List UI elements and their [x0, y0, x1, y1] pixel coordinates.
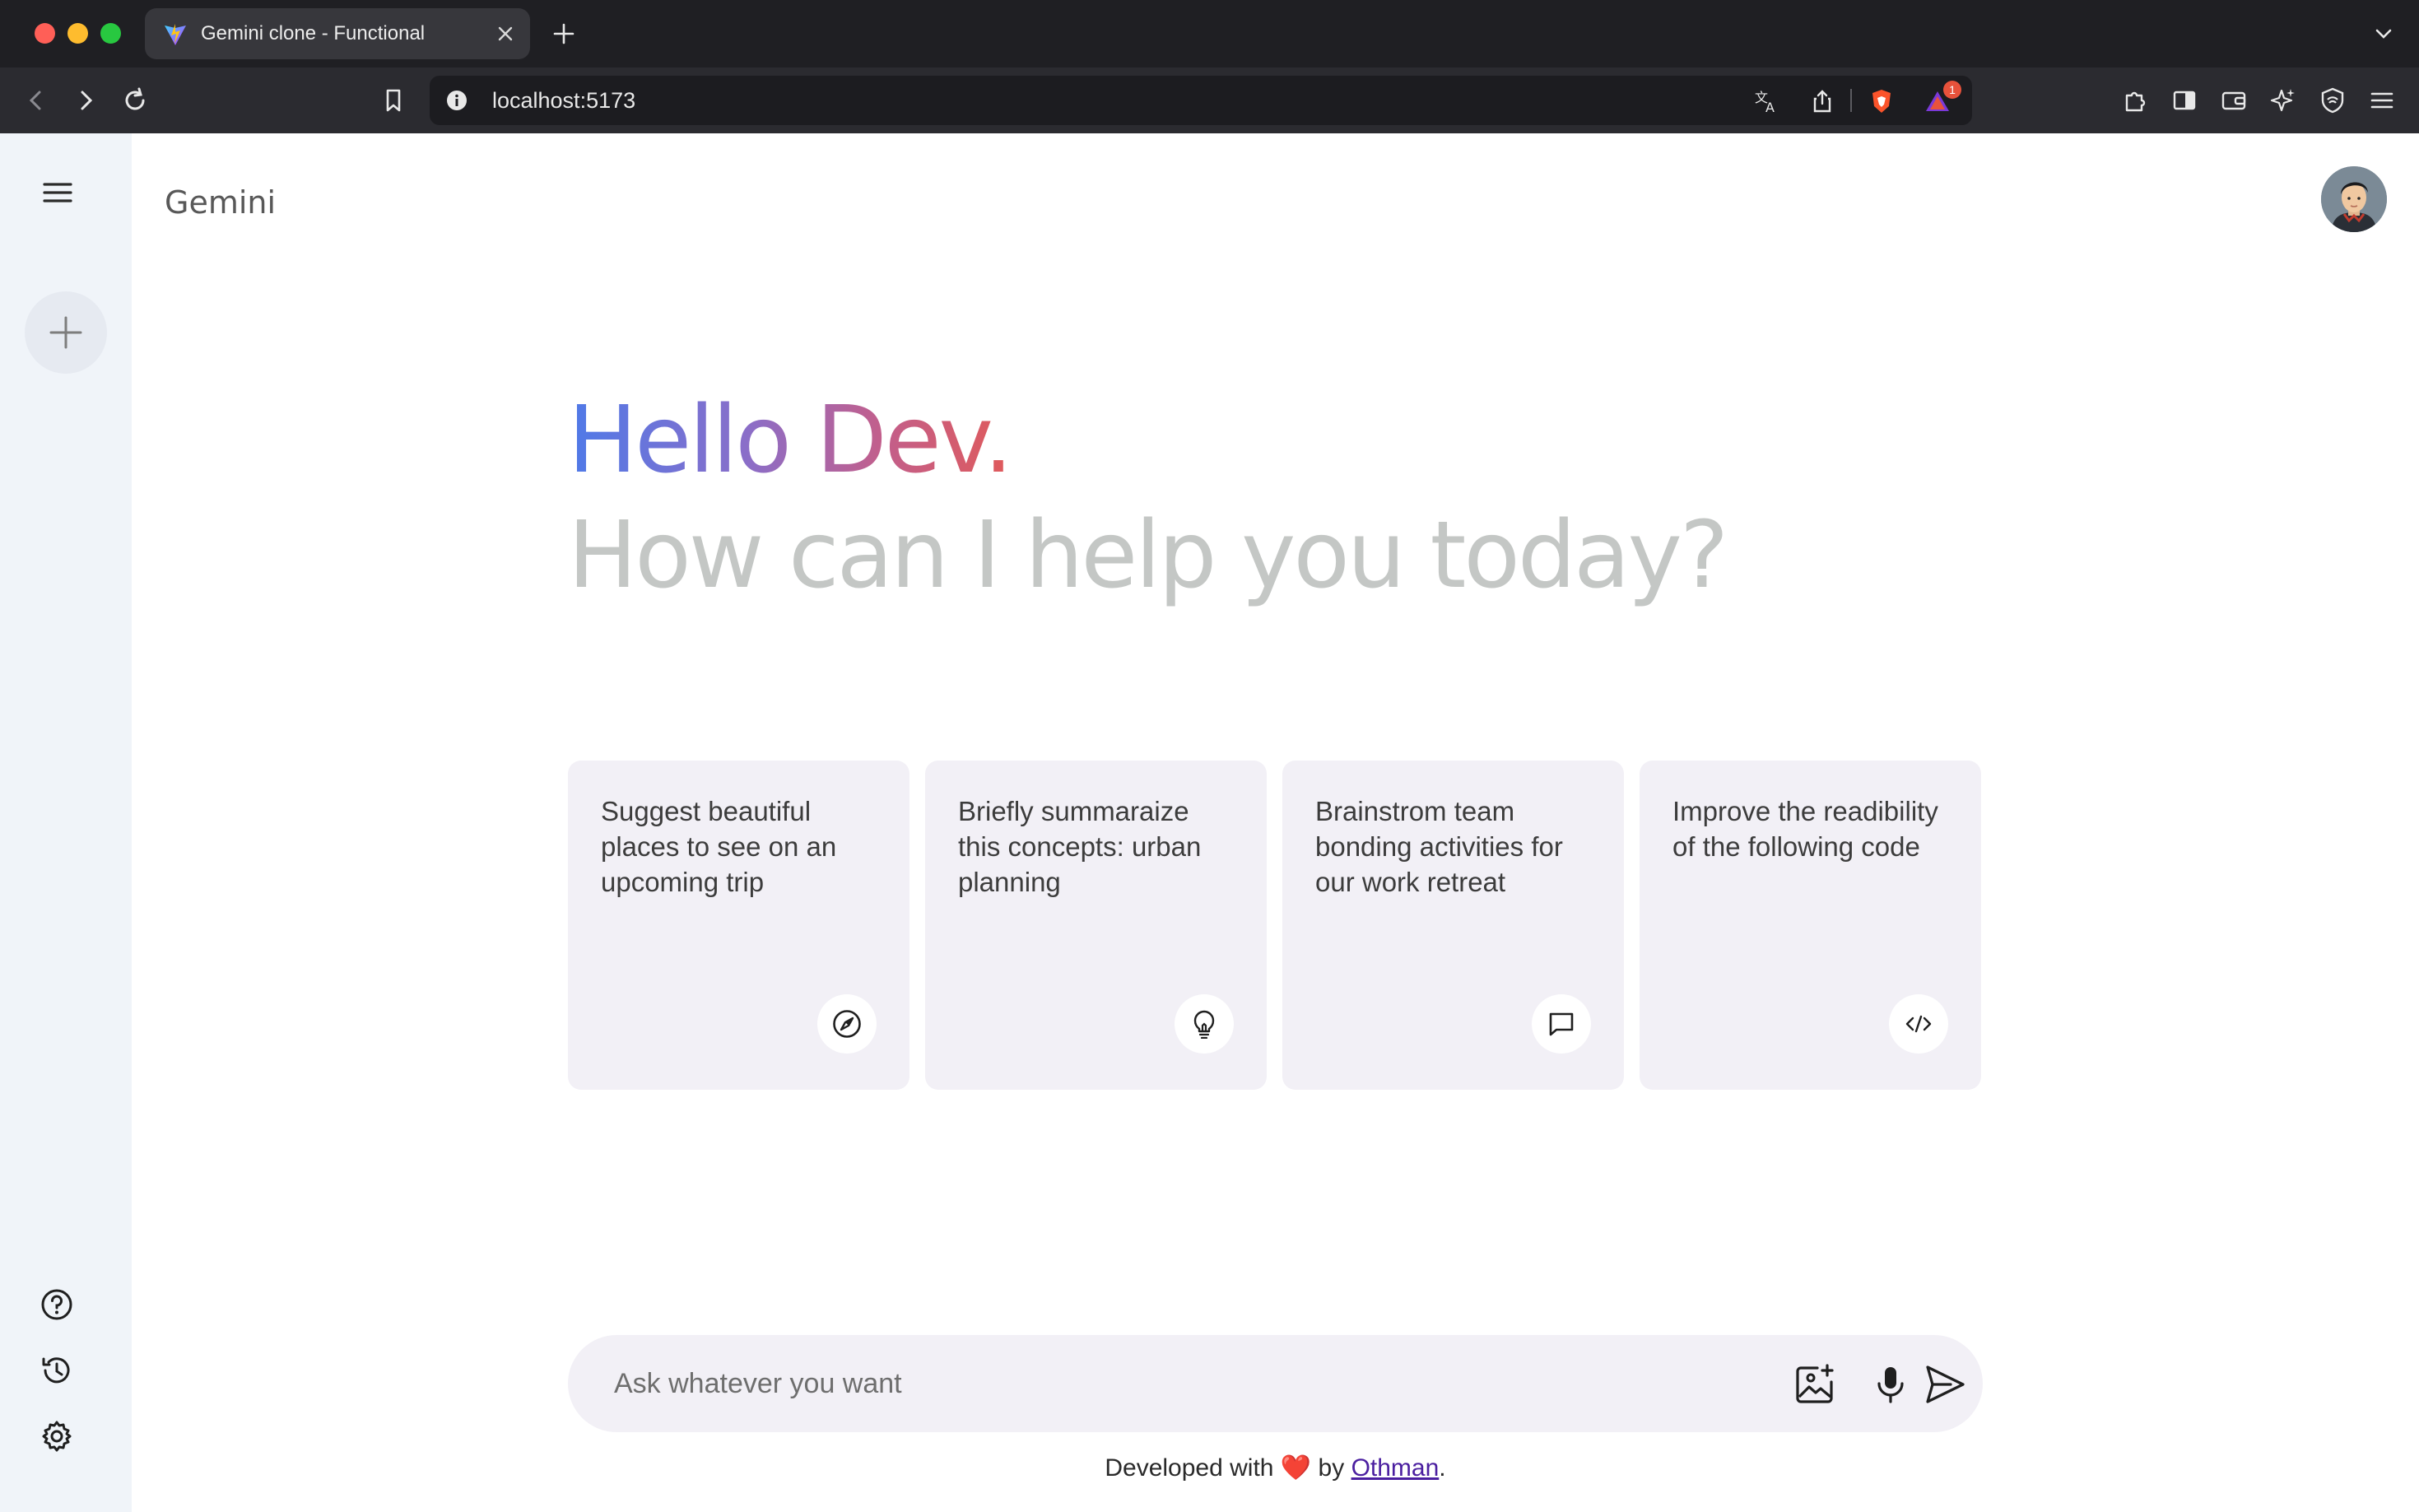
image-upload-icon[interactable]: [1793, 1362, 1837, 1407]
greeting-subtitle: How can I help you today?: [568, 502, 1728, 609]
gemini-app: Gemini Hello Dev. How can I help you tod…: [0, 133, 2419, 1512]
suggestion-card[interactable]: Brainstrom team bonding activities for o…: [1282, 761, 1624, 1090]
divider: [1850, 89, 1852, 112]
greeting-hello: Hello Dev.: [568, 387, 1013, 494]
site-info-icon[interactable]: [446, 90, 468, 111]
close-window-button[interactable]: [35, 23, 55, 44]
card-text: Improve the readibility of the following…: [1672, 796, 1938, 862]
chevron-down-icon[interactable]: [2373, 23, 2394, 44]
bookmark-icon[interactable]: [379, 86, 408, 115]
back-icon[interactable]: [21, 86, 51, 115]
main-content: Gemini Hello Dev. How can I help you tod…: [132, 133, 2419, 1512]
browser-tab[interactable]: Gemini clone - Functional: [145, 8, 530, 59]
url-text: localhost:5173: [492, 88, 636, 113]
microphone-icon[interactable]: [1868, 1362, 1913, 1407]
prompt-bar: [568, 1335, 1983, 1432]
translate-icon[interactable]: 文A: [1753, 88, 1779, 114]
bulb-icon: [1175, 994, 1234, 1054]
brand-title: Gemini: [165, 184, 277, 221]
footer-by: by: [1318, 1454, 1345, 1482]
sidebar: [0, 133, 132, 1512]
suggestion-card[interactable]: Suggest beautiful places to see on an up…: [568, 761, 909, 1090]
suggestion-card[interactable]: Briefly summaraize this concepts: urban …: [925, 761, 1267, 1090]
author-link[interactable]: Othman: [1351, 1454, 1440, 1482]
greeting: Hello Dev.: [568, 387, 1013, 494]
hamburger-menu-icon[interactable]: [41, 176, 74, 209]
send-icon[interactable]: [1923, 1362, 1967, 1407]
minimize-window-button[interactable]: [67, 23, 88, 44]
footer-credit: Developed with ❤️ by Othman.: [132, 1454, 2419, 1482]
reload-icon[interactable]: [120, 86, 150, 115]
leo-ai-icon[interactable]: [2268, 86, 2298, 115]
brave-shield-icon[interactable]: [1868, 88, 1895, 114]
close-icon[interactable]: [495, 24, 515, 44]
card-text: Brainstrom team bonding activities for o…: [1315, 796, 1563, 897]
prompt-input[interactable]: [614, 1335, 1684, 1432]
tab-title: Gemini clone - Functional: [201, 22, 426, 44]
address-bar[interactable]: localhost:5173 文A 1: [430, 76, 1972, 125]
rewards-badge: 1: [1943, 81, 1961, 99]
user-avatar[interactable]: [2321, 166, 2387, 232]
extensions-icon[interactable]: [2120, 86, 2150, 115]
wallet-icon[interactable]: [2219, 86, 2249, 115]
compass-icon: [817, 994, 877, 1054]
card-text: Briefly summaraize this concepts: urban …: [958, 796, 1202, 897]
card-text: Suggest beautiful places to see on an up…: [601, 796, 837, 897]
vpn-icon[interactable]: [2318, 86, 2347, 115]
message-icon: [1532, 994, 1591, 1054]
forward-icon[interactable]: [71, 86, 100, 115]
vite-favicon-icon: [163, 22, 188, 47]
footer-prefix: Developed with: [1105, 1454, 1274, 1482]
share-icon[interactable]: [1809, 88, 1835, 114]
plus-icon: [49, 316, 82, 349]
menu-icon[interactable]: [2367, 86, 2397, 115]
suggestion-card[interactable]: Improve the readibility of the following…: [1640, 761, 1981, 1090]
footer-suffix: .: [1439, 1454, 1446, 1482]
svg-text:A: A: [1765, 100, 1775, 114]
code-icon: [1889, 994, 1948, 1054]
settings-gear-icon[interactable]: [40, 1419, 74, 1454]
browser-toolbar: localhost:5173 文A 1: [0, 67, 2419, 133]
maximize-window-button[interactable]: [100, 23, 121, 44]
help-icon[interactable]: [40, 1287, 74, 1322]
browser-tab-bar: Gemini clone - Functional: [0, 0, 2419, 67]
new-tab-icon[interactable]: [551, 21, 576, 46]
sidebar-toggle-icon[interactable]: [2170, 86, 2199, 115]
new-chat-button[interactable]: [25, 291, 107, 374]
history-icon[interactable]: [40, 1353, 74, 1388]
heart-icon: ❤️: [1280, 1454, 1312, 1482]
